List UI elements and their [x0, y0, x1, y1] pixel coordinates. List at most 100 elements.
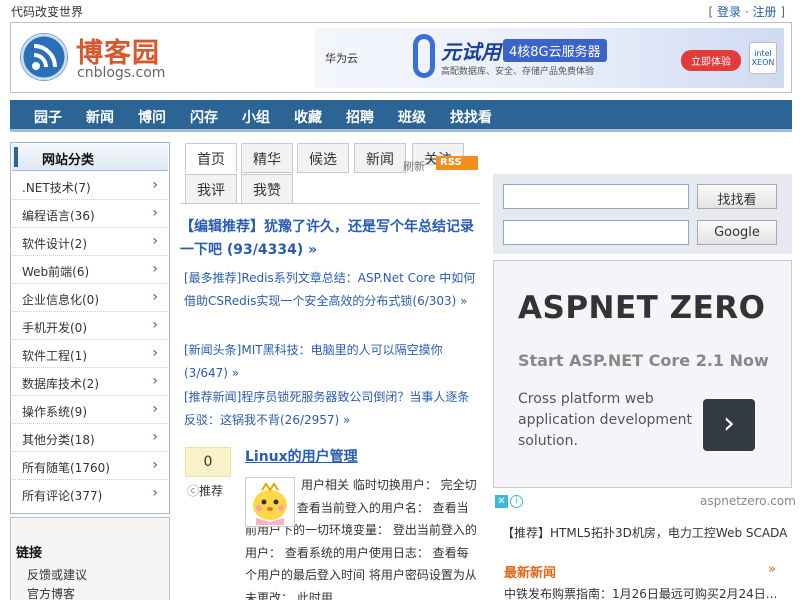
- nav-item-questions[interactable]: 博问: [138, 107, 166, 127]
- category-label: 企业信息化(0): [22, 293, 99, 307]
- editor-recommend-link[interactable]: 【编辑推荐】犹豫了许久，还是写个年总结记录一下吧 (93/4334) »: [180, 216, 480, 262]
- chevron-right-icon: ›: [152, 345, 158, 361]
- tab-news[interactable]: 新闻: [354, 143, 406, 173]
- category-header-bar: [14, 147, 18, 167]
- recommend-label: 推荐: [199, 484, 224, 498]
- thumbs-up-icon: ⓒ: [187, 484, 200, 498]
- rss-icon[interactable]: RSS: [436, 156, 478, 170]
- nav-item-garden[interactable]: 园子: [34, 107, 62, 127]
- nav-item-jobs[interactable]: 招聘: [346, 107, 374, 127]
- ad-subtitle: Start ASP.NET Core 2.1 Now: [518, 351, 769, 370]
- google-search-button[interactable]: Google: [697, 220, 777, 245]
- category-label: Web前端(6): [22, 265, 90, 279]
- page: 代码改变世界 [ 登录 · 注册 ] 博客园 cnblogs.com 华为云 元…: [0, 0, 800, 600]
- category-title: 网站分类: [42, 153, 95, 168]
- category-item[interactable]: 企业信息化(0) ›: [12, 284, 168, 312]
- banner-subtitle: 高配数据库、安全、存储产品免费体验: [441, 67, 595, 77]
- tab-home[interactable]: 首页: [185, 143, 237, 173]
- category-label: 所有评论(377): [22, 489, 103, 503]
- chevron-right-icon: ›: [152, 401, 158, 417]
- recommend-button[interactable]: ⓒ推荐: [187, 482, 223, 499]
- links-title: 链接: [16, 546, 43, 561]
- chevron-right-icon: ›: [152, 317, 158, 333]
- recommend-link[interactable]: [新闻头条]MIT黑科技：电脑里的人可以隔空摸你(3/647) »: [184, 339, 476, 385]
- banner-spec: 4核8G云服务器: [503, 39, 607, 62]
- category-label: 操作系统(9): [22, 405, 87, 419]
- site-tagline: 代码改变世界: [11, 5, 84, 19]
- main-nav: 园子 新闻 博问 闪存 小组 收藏 招聘 班级 找找看: [10, 100, 792, 132]
- tab-divider: [180, 203, 480, 204]
- register-link[interactable]: 注册: [752, 5, 776, 19]
- chevron-right-icon: ›: [152, 177, 158, 193]
- ad-title: ASPNET ZERO: [518, 290, 766, 326]
- refresh-link[interactable]: 刷新: [403, 158, 425, 174]
- chevron-right-icon: ›: [152, 261, 158, 277]
- tab-candidates[interactable]: 候选: [297, 143, 349, 173]
- recommend-link[interactable]: [最多推荐]Redis系列文章总结：ASP.Net Core 中如何借助CSRe…: [184, 267, 476, 313]
- nav-item-favorites[interactable]: 收藏: [294, 107, 322, 127]
- category-label: 所有随笔(1760): [22, 461, 110, 475]
- nav-item-flash[interactable]: 闪存: [190, 107, 218, 127]
- tab-featured[interactable]: 精华: [241, 143, 293, 173]
- nav-item-groups[interactable]: 小组: [242, 107, 270, 127]
- chevron-right-icon: ›: [152, 485, 158, 501]
- banner-cta-button[interactable]: 立即体验: [681, 50, 741, 71]
- login-link[interactable]: 登录: [717, 5, 741, 19]
- official-blog-link[interactable]: 官方博客: [27, 585, 75, 600]
- ad-info-icon[interactable]: i: [510, 495, 523, 508]
- category-label: 软件设计(2): [22, 237, 87, 251]
- tab-my-likes[interactable]: 我赞: [241, 174, 293, 204]
- category-header: 网站分类: [12, 144, 168, 171]
- category-item[interactable]: 手机开发(0) ›: [12, 312, 168, 340]
- chevron-right-icon: ›: [152, 457, 158, 473]
- nav-item-search[interactable]: 找找看: [450, 107, 492, 127]
- category-item[interactable]: 所有随笔(1760) ›: [12, 452, 168, 480]
- category-item[interactable]: 软件工程(1) ›: [12, 340, 168, 368]
- category-label: 编程语言(36): [22, 209, 95, 223]
- bracket-close: ]: [780, 5, 785, 19]
- nav-item-news[interactable]: 新闻: [86, 107, 114, 127]
- category-label: 软件工程(1): [22, 349, 87, 363]
- category-label: 数据库技术(2): [22, 377, 99, 391]
- chevron-right-icon: ›: [152, 233, 158, 249]
- category-item[interactable]: 所有评论(377) ›: [12, 480, 168, 508]
- vote-count: 0: [185, 447, 231, 477]
- ad-domain[interactable]: aspnetzero.com: [700, 494, 796, 508]
- latest-news-more-link[interactable]: »: [768, 562, 776, 577]
- banner-title: 元试用: [441, 40, 501, 64]
- category-item[interactable]: 软件设计(2) ›: [12, 228, 168, 256]
- chevron-right-icon[interactable]: ›: [703, 399, 755, 451]
- site-search-button[interactable]: 找找看: [697, 184, 777, 209]
- feedback-link[interactable]: 反馈或建议: [27, 566, 87, 583]
- ad-close-icon[interactable]: ✕: [495, 495, 508, 508]
- recommend-link[interactable]: [推荐新闻]程序员锁死服务器致公司倒闭？当事人逐条反驳：这锅我不背(26/295…: [184, 386, 476, 432]
- promo-link[interactable]: 【推荐】HTML5拓扑3D机房，电力工控Web SCADA: [502, 524, 787, 541]
- huawei-cloud-banner[interactable]: 华为云 元试用 4核8G云服务器 高配数据库、安全、存储产品免费体验 立即体验 …: [315, 28, 784, 88]
- latest-news-title: 最新新闻: [504, 566, 557, 581]
- chevron-right-icon: ›: [152, 429, 158, 445]
- cnblogs-logo-icon[interactable]: [20, 33, 68, 81]
- category-item[interactable]: 操作系统(9) ›: [12, 396, 168, 424]
- avatar[interactable]: [245, 477, 295, 527]
- banner-brand: 华为云: [325, 52, 358, 65]
- ad-description: Cross platform web application developme…: [518, 391, 693, 449]
- post-title-link[interactable]: Linux的用户管理: [245, 446, 358, 466]
- category-item[interactable]: .NET技术(7) ›: [12, 172, 168, 200]
- tab-my-comments[interactable]: 我评: [185, 174, 237, 204]
- logo-domain: cnblogs.com: [77, 65, 166, 81]
- login-sep: ·: [744, 5, 749, 19]
- banner-zero-shape: [413, 34, 435, 78]
- category-label: .NET技术(7): [22, 181, 91, 195]
- chevron-right-icon: ›: [152, 289, 158, 305]
- nav-item-classes[interactable]: 班级: [398, 107, 426, 127]
- google-search-input[interactable]: [503, 220, 689, 245]
- category-label: 其他分类(18): [22, 433, 95, 447]
- category-item[interactable]: 编程语言(36) ›: [12, 200, 168, 228]
- chevron-right-icon: ›: [152, 373, 158, 389]
- category-item[interactable]: 其他分类(18) ›: [12, 424, 168, 452]
- site-search-input[interactable]: [503, 184, 689, 209]
- category-item[interactable]: Web前端(6) ›: [12, 256, 168, 284]
- category-item[interactable]: 数据库技术(2) ›: [12, 368, 168, 396]
- news-item-link[interactable]: 中铁发布购票指南：1月26日最远可购买2月24日...: [504, 585, 777, 600]
- login-bar: [ 登录 · 注册 ]: [708, 3, 785, 20]
